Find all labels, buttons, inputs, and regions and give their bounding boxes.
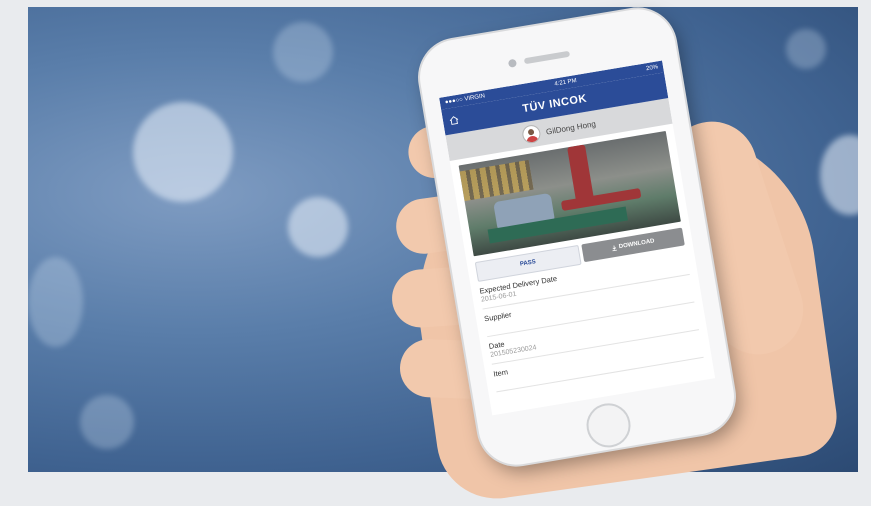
bokeh-light [80,395,134,449]
inspection-detail: PASS DOWNLOAD Expected Delivery Date 201… [450,124,712,394]
bokeh-light [820,135,858,215]
bokeh-light [28,257,83,347]
download-label: DOWNLOAD [618,238,656,251]
bokeh-light [288,197,348,257]
pass-label: PASS [519,259,537,268]
clock: 4:21 PM [554,77,578,88]
bokeh-light [133,102,233,202]
battery: 20% [645,64,659,73]
shelf-background [459,159,534,202]
earpiece-speaker [523,50,571,65]
download-icon [612,245,617,252]
user-name: GilDong Hong [545,118,597,137]
app-title: TÜV INCOK [521,92,588,116]
home-icon[interactable] [448,115,459,126]
front-camera [507,58,518,68]
bokeh-light [273,22,333,82]
bokeh-light [786,29,826,69]
phone-screen: ●●●○○ VIRGIN 4:21 PM 20% TÜV INCOK GilDo… [439,60,716,416]
avatar [520,123,542,145]
home-button[interactable] [583,400,634,451]
pipe [560,187,642,212]
